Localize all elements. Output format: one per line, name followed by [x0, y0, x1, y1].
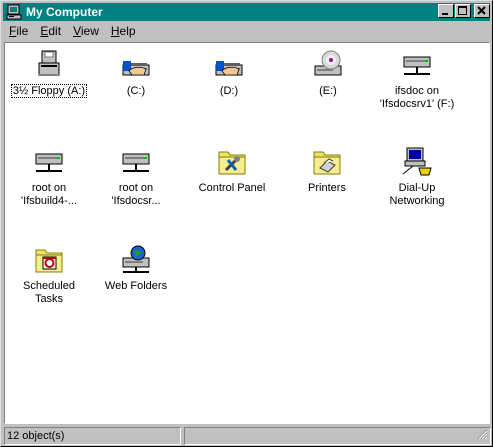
item-label: root on 'Ifsdocsr...: [111, 182, 161, 207]
network-drive-icon: [120, 146, 152, 178]
network-drive-icon: [33, 146, 65, 178]
menu-edit[interactable]: Edit: [34, 24, 67, 38]
status-panel-empty: [184, 427, 491, 445]
item-network-drive-root-2[interactable]: root on 'Ifsdocsr...: [97, 146, 175, 208]
maximize-button[interactable]: [455, 4, 471, 18]
item-label: Control Panel: [198, 182, 266, 194]
status-bar: 12 object(s): [4, 427, 491, 445]
status-object-count: 12 object(s): [4, 427, 181, 445]
menu-view[interactable]: View: [67, 24, 105, 38]
item-scheduled-tasks[interactable]: Scheduled Tasks: [10, 244, 88, 306]
size-grip-icon[interactable]: [476, 428, 488, 443]
printers-folder-icon: [311, 146, 343, 178]
item-dial-up-networking[interactable]: Dial-Up Networking: [378, 146, 456, 208]
item-control-panel[interactable]: Control Panel: [193, 146, 271, 195]
menu-edit-label: dit: [48, 24, 62, 38]
item-label: Scheduled Tasks: [23, 280, 75, 305]
minimize-button[interactable]: [438, 4, 454, 18]
item-web-folders[interactable]: Web Folders: [97, 244, 175, 293]
menu-file[interactable]: File: [3, 24, 34, 38]
icon-view[interactable]: 3½ Floppy (A:) (C:) (D:) (E:) ifsdoc on …: [4, 42, 490, 424]
item-label: Printers: [308, 182, 346, 194]
network-drive-icon: [401, 49, 433, 81]
item-label: 3½ Floppy (A:): [10, 84, 88, 98]
web-folders-icon: [120, 244, 152, 276]
item-label: (D:): [219, 85, 239, 97]
item-printers[interactable]: Printers: [288, 146, 366, 195]
item-label: Web Folders: [104, 280, 168, 292]
close-icon: [477, 6, 486, 15]
item-floppy-a[interactable]: 3½ Floppy (A:): [10, 49, 88, 98]
window-title: My Computer: [26, 5, 103, 19]
my-computer-window: My Computer File Edit View Help 3½ Flopp…: [0, 0, 493, 447]
menu-bar: File Edit View Help: [3, 22, 142, 40]
shared-hard-drive-icon: [120, 49, 152, 81]
control-panel-folder-icon: [216, 146, 248, 178]
item-label: (E:): [319, 85, 337, 97]
my-computer-icon[interactable]: [6, 4, 22, 20]
item-label: ifsdoc on 'Ifsdocsrv1' (F:): [379, 85, 455, 110]
maximize-icon: [458, 6, 467, 15]
menu-view-accel: V: [73, 24, 81, 38]
item-drive-d[interactable]: (D:): [190, 49, 268, 98]
item-drive-e[interactable]: (E:): [289, 49, 367, 98]
menu-file-label: ile: [16, 24, 29, 38]
item-network-drive-root-1[interactable]: root on 'Ifsbuild4-...: [10, 146, 88, 208]
menu-help[interactable]: Help: [105, 24, 142, 38]
menu-help-accel: H: [110, 24, 120, 38]
item-network-drive-f[interactable]: ifsdoc on 'Ifsdocsrv1' (F:): [378, 49, 456, 111]
dial-up-networking-icon: [401, 146, 433, 178]
cdrom-drive-icon: [312, 49, 344, 81]
item-drive-c[interactable]: (C:): [97, 49, 175, 98]
item-label: (C:): [126, 85, 146, 97]
menu-view-label: iew: [80, 24, 99, 38]
close-button[interactable]: [474, 4, 490, 18]
item-label: root on 'Ifsbuild4-...: [21, 182, 77, 207]
floppy-drive-icon: [33, 49, 65, 81]
shared-hard-drive-icon: [213, 49, 245, 81]
item-label: Dial-Up Networking: [389, 182, 445, 207]
minimize-icon: [442, 13, 448, 15]
menu-help-label: elp: [119, 24, 136, 38]
title-bar[interactable]: My Computer: [3, 3, 490, 21]
scheduled-tasks-folder-icon: [33, 244, 65, 276]
